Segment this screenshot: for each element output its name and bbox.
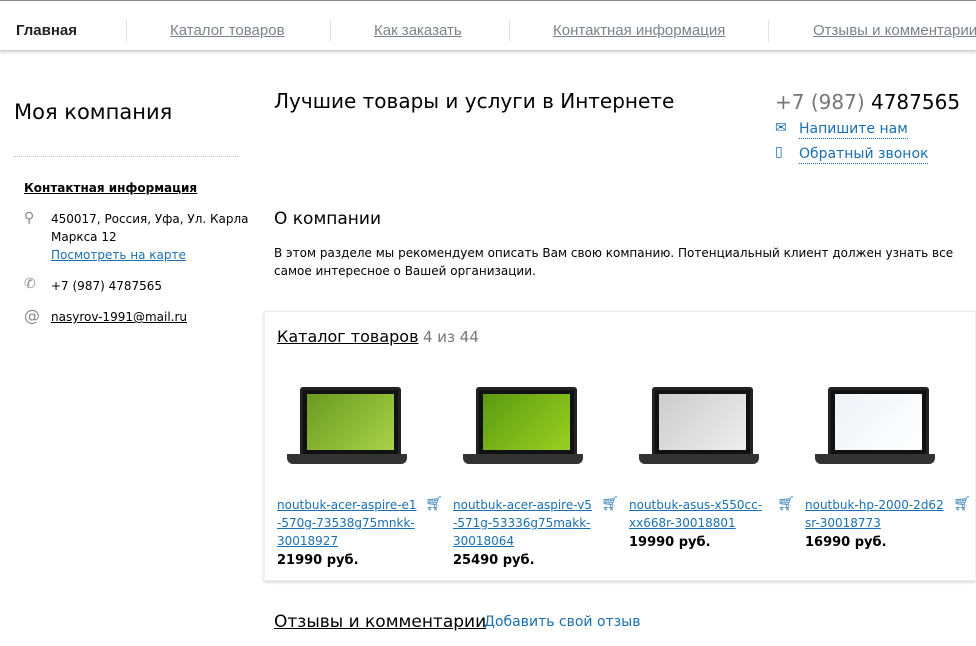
laptop-screen [652,387,753,457]
write-us-link[interactable]: Напишите нам [799,121,908,139]
product-card: noutbuk-asus-x550cc-xx668r-30018801 19990… [617,372,795,550]
laptop-base [287,454,407,464]
map-link[interactable]: Посмотреть на карте [51,248,186,262]
phone-icon: ✆ [24,276,36,292]
cart-icon[interactable]: 🛒︎ [425,496,443,512]
catalog-block: Каталог товаров 4 из 44 noutbuk-acer-asp… [264,311,976,581]
at-icon: @ [24,306,40,325]
main-nav: Главная Каталог товаров Как заказать Кон… [0,12,976,51]
cart-icon[interactable]: 🛒︎ [953,496,971,512]
product-image[interactable] [793,372,963,472]
sidebar-phone: +7 (987) 4787565 [51,279,163,293]
catalog-title[interactable]: Каталог товаров [277,327,419,346]
callback-link[interactable]: Обратный звонок [799,146,929,164]
cart-icon[interactable]: 🛒︎ [777,496,795,512]
address-line: 450017, Россия, Уфа, Ул. Карла [51,212,249,226]
laptop-base [463,454,583,464]
phone-number: 4787565 [870,90,961,114]
address-line: Маркса 12 [51,230,117,244]
product-card: noutbuk-acer-aspire-e1-570g-73538g75mnkk… [265,372,443,568]
product-image[interactable] [441,372,611,472]
nav-divider [509,20,510,42]
product-link[interactable]: noutbuk-hp-2000-2d62sr-30018773 [805,498,944,530]
product-link[interactable]: noutbuk-acer-aspire-v5-571g-53336g75makk… [453,498,592,548]
mobile-phone-icon: ▯ [775,144,783,160]
location-pin-icon: ⚲ [24,210,35,226]
page-title: Лучшие товары и услуги в Интернете [274,89,675,113]
product-price: 16990 руб. [805,535,887,550]
product-price: 21990 руб. [277,553,359,568]
phone-code: +7 (987) [775,90,865,114]
header-phone: +7 (987) 4787565 [775,90,960,114]
product-price: 25490 руб. [453,553,535,568]
product-card: noutbuk-acer-aspire-v5-571g-53336g75makk… [441,372,619,568]
nav-home[interactable]: Главная [16,22,77,39]
product-price: 19990 руб. [629,535,711,550]
nav-divider [126,20,127,42]
product-link[interactable]: noutbuk-asus-x550cc-xx668r-30018801 [629,498,762,530]
address: 450017, Россия, Уфа, Ул. Карла Маркса 12 П… [51,210,249,264]
laptop-base [815,454,935,464]
nav-reviews[interactable]: Отзывы и комментарии [813,22,976,39]
about-text: В этом разделе мы рекомендуем описать Ва… [274,246,954,278]
laptop-screen [828,387,929,457]
product-link[interactable]: noutbuk-acer-aspire-e1-570g-73538g75mnkk… [277,498,417,548]
nav-divider [768,20,769,42]
about-heading: О компании [274,209,382,229]
envelope-icon: ✉ [775,120,787,136]
product-image[interactable] [617,372,787,472]
nav-divider [330,20,331,42]
catalog-count: 4 из 44 [423,328,479,346]
email-link[interactable]: nasyrov-1991@mail.ru [51,308,187,326]
product-image[interactable] [265,372,435,472]
nav-contacts[interactable]: Контактная информация [553,22,725,39]
laptop-screen [300,387,401,457]
laptop-screen [476,387,577,457]
nav-how-to-order[interactable]: Как заказать [374,22,462,39]
nav-catalog[interactable]: Каталог товаров [170,22,285,39]
add-review-link[interactable]: Добавить свой отзыв [484,614,640,630]
reviews-heading[interactable]: Отзывы и комментарии [274,612,486,632]
cart-icon[interactable]: 🛒︎ [601,496,619,512]
laptop-base [639,454,759,464]
company-name: Моя компания [14,100,173,124]
product-card: noutbuk-hp-2000-2d62sr-30018773 16990 руб… [793,372,971,550]
divider [14,156,240,157]
contacts-heading[interactable]: Контактная информация [24,181,197,195]
top-border [0,0,976,1]
